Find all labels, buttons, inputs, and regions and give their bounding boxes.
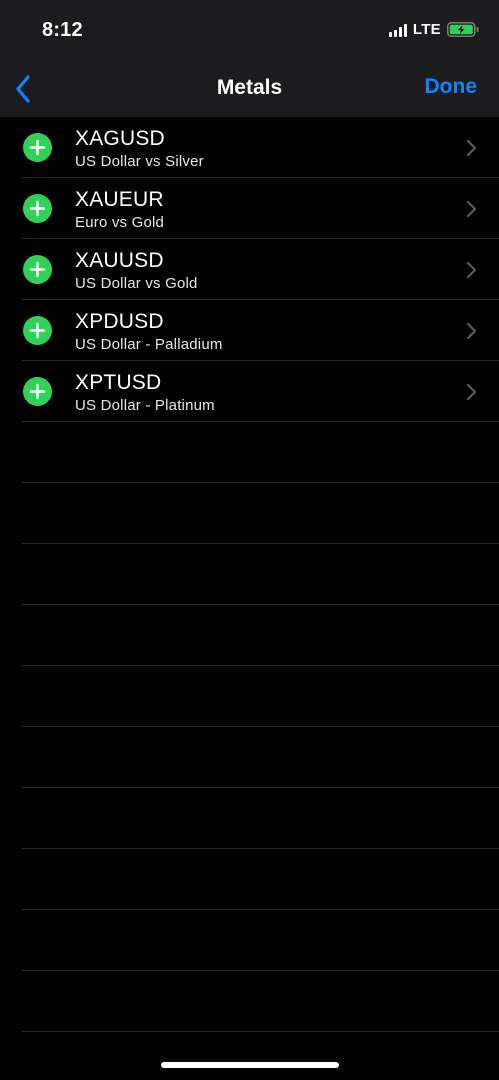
chevron-right-icon	[466, 261, 477, 279]
empty-list-row	[0, 910, 499, 971]
plus-circle-icon[interactable]	[23, 133, 52, 162]
empty-list-row	[0, 788, 499, 849]
status-indicators: LTE	[388, 21, 479, 38]
empty-list-row	[0, 422, 499, 483]
list-item-xagusd[interactable]: XAGUSD US Dollar vs Silver	[0, 117, 499, 178]
status-bar: 8:12 LTE	[0, 0, 499, 60]
list-item-xauusd[interactable]: XAUUSD US Dollar vs Gold	[0, 239, 499, 300]
navigation-bar: Metals Done	[0, 60, 499, 117]
plus-circle-icon[interactable]	[23, 194, 52, 223]
instrument-description: US Dollar vs Silver	[75, 153, 204, 170]
done-button[interactable]: Done	[425, 75, 478, 99]
plus-circle-icon[interactable]	[23, 255, 52, 284]
home-indicator[interactable]	[161, 1062, 339, 1068]
empty-list-row	[0, 666, 499, 727]
instrument-description: US Dollar vs Gold	[75, 275, 198, 292]
empty-list-row	[0, 544, 499, 605]
instrument-symbol: XPDUSD	[75, 310, 164, 333]
instrument-symbol: XPTUSD	[75, 371, 162, 394]
chevron-right-icon	[466, 383, 477, 401]
empty-list-row	[0, 727, 499, 788]
instrument-description: US Dollar - Platinum	[75, 397, 215, 414]
empty-list-row	[0, 483, 499, 544]
empty-list-row	[0, 605, 499, 666]
battery-charging-icon	[447, 22, 479, 37]
empty-list-row	[0, 971, 499, 1032]
instrument-description: US Dollar - Palladium	[75, 336, 223, 353]
instrument-symbol: XAUEUR	[75, 188, 164, 211]
instrument-description: Euro vs Gold	[75, 214, 165, 231]
instrument-symbol: XAUUSD	[75, 249, 164, 272]
cellular-signal-icon	[388, 23, 407, 37]
chevron-right-icon	[466, 139, 477, 157]
empty-list-row	[0, 849, 499, 910]
metals-list: XAGUSD US Dollar vs Silver XAUEUR Euro v…	[0, 117, 499, 1032]
instrument-symbol: XAGUSD	[75, 127, 165, 150]
chevron-right-icon	[466, 322, 477, 340]
list-item-xptusd[interactable]: XPTUSD US Dollar - Platinum	[0, 361, 499, 422]
plus-circle-icon[interactable]	[23, 377, 52, 406]
list-item-xpdusd[interactable]: XPDUSD US Dollar - Palladium	[0, 300, 499, 361]
status-time: 8:12	[42, 19, 83, 41]
network-type-label: LTE	[412, 21, 441, 38]
plus-circle-icon[interactable]	[23, 316, 52, 345]
chevron-right-icon	[466, 200, 477, 218]
list-item-xaueur[interactable]: XAUEUR Euro vs Gold	[0, 178, 499, 239]
